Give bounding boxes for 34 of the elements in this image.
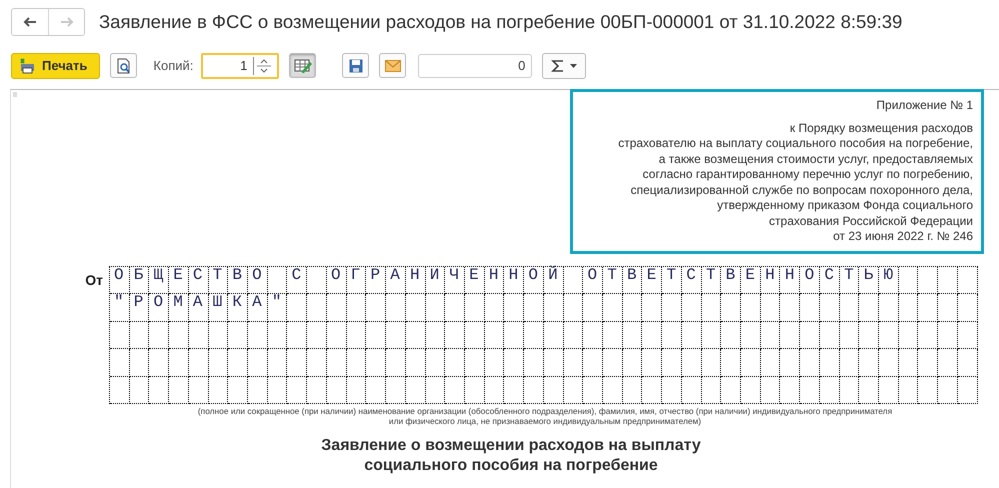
from-label: От bbox=[84, 270, 104, 290]
appendix-line: к Порядку возмещения расходов bbox=[790, 120, 973, 136]
appendix-line: Приложение № 1 bbox=[876, 98, 973, 114]
printer-icon bbox=[18, 58, 36, 74]
back-arrow-icon bbox=[23, 17, 37, 27]
caption-line: (полное или сокращенное (при наличии) наименование организации (обособленного подразделения), фамилия, имя, отчество (при наличии) индивидуального предпринимателя bbox=[196, 406, 894, 416]
preview-button[interactable] bbox=[110, 53, 138, 78]
form-heading: Заявление о возмещении расходов на выплату bbox=[320, 436, 702, 456]
envelope-icon bbox=[384, 60, 401, 72]
grid-text: "РОМАШКА" bbox=[113, 293, 292, 314]
document-search-icon bbox=[116, 58, 131, 74]
print-button[interactable]: Печать bbox=[11, 52, 100, 78]
form-heading: социального пособия на погребение bbox=[363, 456, 659, 476]
appendix-line: утвержденному приказом Фонда социального bbox=[717, 198, 973, 214]
edit-table-button[interactable] bbox=[289, 53, 316, 78]
caption-line: или физического лица, не признаваемого индивидуальным предпринимателем) bbox=[388, 416, 702, 426]
appendix-line: а также возмещения стоимости услуг, предоставляемых bbox=[658, 152, 973, 167]
appendix-line: специализированной службе по вопросам похоронного дела, bbox=[630, 182, 973, 198]
forward-arrow-icon bbox=[60, 17, 74, 27]
table-pencil-icon bbox=[294, 58, 312, 72]
caret-icon bbox=[570, 64, 578, 68]
save-button[interactable] bbox=[342, 53, 370, 78]
sum-field[interactable]: 0 bbox=[418, 54, 532, 78]
email-button[interactable] bbox=[379, 53, 406, 78]
sum-dropdown-button[interactable] bbox=[542, 52, 586, 78]
grid-text: ОБЩЕСТВО С ОГРАНИЧЕННОЙ ОТВЕТСТВЕННОСТЬЮ bbox=[113, 266, 904, 286]
copies-field[interactable]: 1 bbox=[201, 52, 280, 78]
copies-label: Копий: bbox=[153, 58, 194, 73]
appendix-line: от 23 июня 2022 г. № 246 bbox=[833, 229, 973, 244]
appendix-line: страхования Российской Федерации bbox=[769, 214, 973, 229]
appendix-line: согласно гарантированному перечню услуг по погребению, bbox=[642, 167, 973, 182]
sigma-icon bbox=[551, 58, 566, 72]
window-title: Заявление в ФСС о возмещении расходов на погребение 00БП-000001 от 31.10.2022 8:59:39 bbox=[99, 11, 902, 33]
appendix-line: страхователю на выплату социального пособия на погребение, bbox=[618, 136, 973, 152]
